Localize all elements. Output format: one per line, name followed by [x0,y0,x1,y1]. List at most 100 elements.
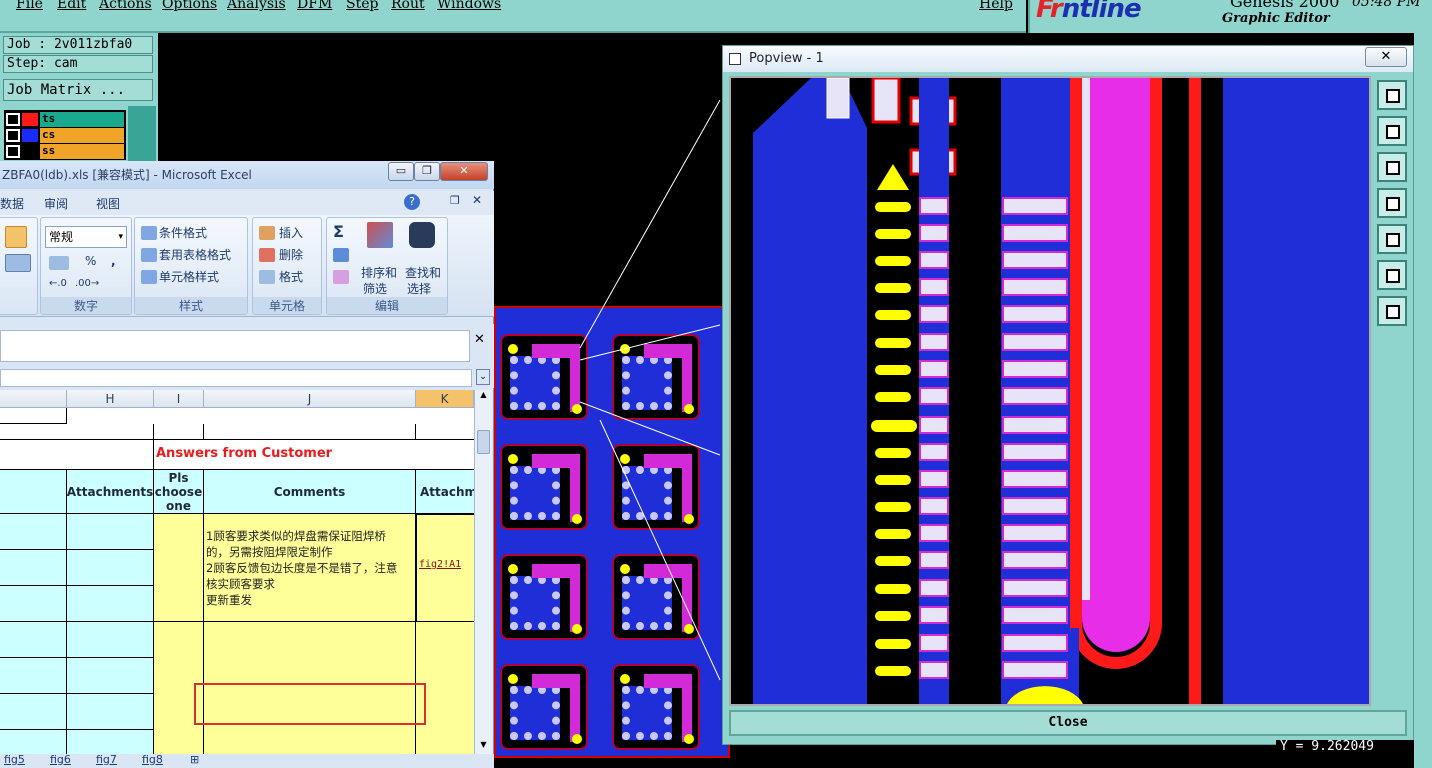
tab-view[interactable]: 视图 [96,195,120,212]
format-painter-icon[interactable] [5,254,31,272]
vertical-scrollbar[interactable]: ▲ ▼ [474,390,492,756]
binoculars-icon[interactable] [409,222,435,248]
menu-options[interactable]: Options [162,0,217,12]
delete-button[interactable]: 删除 [279,246,303,263]
cell[interactable] [0,694,67,730]
help-icon[interactable]: ? [404,194,420,210]
cell[interactable] [154,424,204,440]
sort-filter-icon[interactable] [367,222,393,248]
layer-checkbox[interactable] [6,145,20,158]
spreadsheet-grid[interactable]: H I J K Answers from Customer Attachment… [0,390,474,756]
menu-file[interactable]: File [16,0,43,12]
menu-analysis[interactable]: Analysis [227,0,286,12]
menu-rout[interactable]: Rout [391,0,425,12]
popview-close-button[interactable]: Close [729,710,1407,736]
paste-icon[interactable] [5,226,27,248]
sheet-tab-fig5[interactable]: fig5 [4,753,25,766]
find-select-label-1[interactable]: 查找和 [405,264,441,281]
currency-icon[interactable] [49,256,69,270]
find-select-label-2[interactable]: 选择 [407,280,431,297]
scroll-up-icon[interactable]: ▲ [477,390,490,404]
cell-style-button[interactable]: 单元格样式 [159,268,219,285]
cell[interactable] [0,470,67,514]
format-button[interactable]: 格式 [279,268,303,285]
sheet-tab-fig7[interactable]: fig7 [96,753,117,766]
fig-link[interactable]: fig2!A1 [419,559,461,570]
menu-actions[interactable]: Actions [99,0,152,12]
job-matrix-button[interactable]: Job Matrix ... [3,79,153,101]
menu-dfm[interactable]: DFM [297,0,332,12]
cell[interactable] [0,622,67,658]
zoom-in-icon[interactable] [1377,80,1407,110]
close-icon[interactable]: ✕ [474,332,485,347]
cell[interactable] [67,514,154,550]
sheet-tab-fig6[interactable]: fig6 [50,753,71,766]
clear-icon[interactable] [333,270,349,284]
header-attachments[interactable]: Attachments [67,470,154,514]
sort-filter-label-1[interactable]: 排序和 [361,264,397,281]
zoom-fit-icon[interactable] [1377,260,1407,290]
cell[interactable] [67,622,154,658]
pan-left-icon[interactable] [1377,188,1407,218]
column-header-j[interactable]: J [204,390,416,408]
cell[interactable] [204,424,416,440]
conditional-format-button[interactable]: 条件格式 [159,224,207,241]
menu-help[interactable]: Help [979,0,1013,12]
layer-checkbox[interactable] [6,129,20,142]
ribbon-close-icon[interactable]: ✕ [472,193,482,207]
menu-step[interactable]: Step [346,0,378,12]
table-format-button[interactable]: 套用表格格式 [159,246,231,263]
scroll-thumb[interactable] [477,430,490,454]
excel-minimize-button[interactable]: ▭ [388,162,414,181]
tab-review[interactable]: 审阅 [44,195,68,212]
sheet-tab-fig8[interactable]: fig8 [142,753,163,766]
column-header-h[interactable]: H [67,390,154,408]
insert-button[interactable]: 插入 [279,224,303,241]
popview-close-x-button[interactable]: ✕ [1365,47,1407,67]
cell[interactable] [0,408,67,424]
answers-title[interactable]: Answers from Customer [154,440,474,470]
column-header-i[interactable]: I [154,390,204,408]
increase-decimal-icon[interactable]: ←.0 [49,278,67,289]
excel-maximize-button[interactable]: ❐ [414,162,440,181]
formula-input[interactable] [0,330,470,362]
pan-right-icon[interactable] [1377,224,1407,254]
cell[interactable] [0,514,67,550]
new-sheet-icon[interactable]: ⊞ [190,753,199,766]
cell[interactable] [154,514,204,622]
header-pls-choose-one[interactable]: Pls choose one [154,470,204,514]
decrease-decimal-icon[interactable]: .00→ [75,278,99,289]
ribbon-restore-icon[interactable]: ❐ [450,194,460,207]
number-format-dropdown[interactable]: 常规 ▾ [45,226,127,248]
sort-filter-label-2[interactable]: 筛选 [363,280,387,297]
percent-button[interactable]: % [85,254,96,268]
tab-data[interactable]: 数据 [0,195,24,212]
cell[interactable] [67,550,154,586]
cell[interactable] [0,658,67,694]
comment-cell[interactable]: 1顾客要求类似的焊盘需保证阻焊桥 的，另需按阻焊限定制作 2顾客反馈包边长度是不… [204,514,416,622]
link-cell[interactable]: fig2!A1 [416,514,474,622]
layer-checkbox[interactable] [6,113,20,126]
header-comments[interactable]: Comments [204,470,416,514]
column-header[interactable] [0,390,67,408]
pan-up-icon[interactable] [1377,116,1407,146]
cell[interactable] [0,440,154,470]
menu-edit[interactable]: Edit [57,0,86,12]
layer-row-ss[interactable]: ss [4,144,126,159]
cell[interactable] [0,586,67,622]
cell[interactable] [67,424,154,440]
scroll-down-icon[interactable]: ▼ [477,740,490,754]
zoom-out-icon[interactable] [1377,296,1407,326]
layer-row-cs[interactable]: cs [4,128,126,143]
genesis-right-toolbar[interactable] [1414,33,1432,768]
menu-windows[interactable]: Windows [437,0,501,12]
cell[interactable] [67,658,154,694]
autosum-button[interactable]: Σ [333,222,344,241]
fill-icon[interactable] [333,248,349,262]
name-box[interactable] [0,369,472,387]
popview-canvas[interactable] [729,76,1371,706]
cell[interactable] [67,694,154,730]
comma-button[interactable]: , [111,254,116,268]
cell[interactable] [0,550,67,586]
layer-row-ts[interactable]: ts [4,112,126,127]
